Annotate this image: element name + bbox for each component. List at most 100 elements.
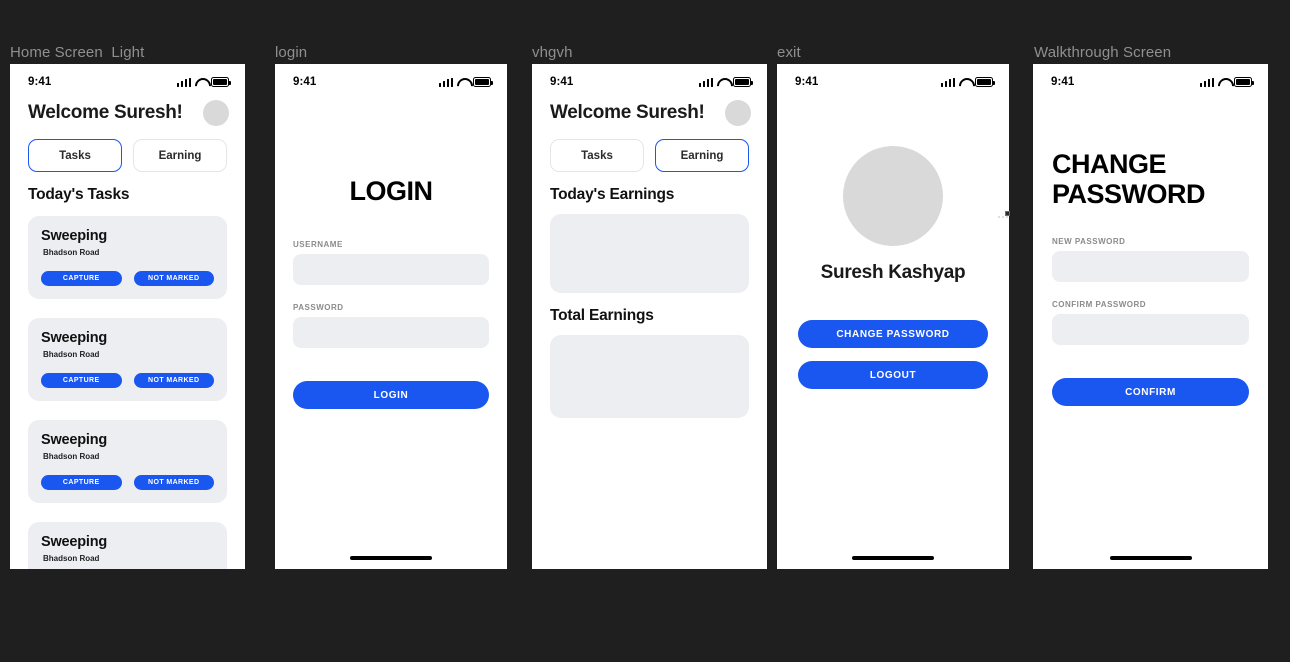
task-name: Sweeping bbox=[41, 432, 108, 448]
avatar[interactable] bbox=[725, 100, 751, 126]
username-label: USERNAME bbox=[293, 240, 343, 250]
password-input[interactable] bbox=[293, 317, 489, 349]
status-bar: 9:41 bbox=[532, 64, 767, 90]
wifi-icon bbox=[959, 78, 971, 87]
resize-handle-dots[interactable] bbox=[998, 205, 1012, 218]
status-bar: 9:41 bbox=[1033, 64, 1268, 90]
page-title-line2: PASSWORD bbox=[1052, 179, 1206, 210]
status-bar-time: 9:41 bbox=[28, 76, 52, 88]
frame-label-home-screen[interactable]: Home Screen Light bbox=[10, 44, 144, 61]
page-title: LOGIN bbox=[349, 176, 434, 206]
table-row[interactable]: Sweeping Bhadson Road CAPTURE NOT MARKED bbox=[28, 522, 227, 569]
battery-icon bbox=[1234, 77, 1254, 87]
task-address: Bhadson Road bbox=[43, 350, 100, 359]
new-password-label: NEW PASSWORD bbox=[1052, 237, 1126, 247]
tab-bar: Tasks Earning bbox=[10, 126, 245, 172]
status-bar-icons bbox=[698, 77, 753, 87]
confirm-password-input[interactable] bbox=[1052, 314, 1249, 346]
confirm-button[interactable]: CONFIRM bbox=[1052, 378, 1249, 407]
welcome-row: Welcome Suresh! bbox=[10, 90, 245, 126]
home-indicator bbox=[852, 556, 934, 560]
frame-earnings[interactable]: 9:41 Welcome Suresh! Tasks Earning Today… bbox=[532, 64, 767, 569]
status-bar-icons bbox=[940, 77, 995, 87]
status-bar-time: 9:41 bbox=[795, 76, 819, 88]
section-title-todays-tasks: Today's Tasks bbox=[28, 186, 130, 203]
frame-label-exit[interactable]: exit bbox=[777, 44, 801, 61]
section-title-total-earnings: Total Earnings bbox=[550, 307, 654, 324]
page-title: Welcome Suresh! bbox=[28, 102, 183, 123]
battery-icon bbox=[211, 77, 231, 87]
change-password-button[interactable]: CHANGE PASSWORD bbox=[798, 320, 988, 348]
task-actions: CAPTURE NOT MARKED bbox=[41, 271, 214, 286]
wifi-icon bbox=[195, 78, 207, 87]
status-bar: 9:41 bbox=[275, 64, 507, 90]
profile-avatar[interactable] bbox=[843, 146, 943, 246]
frame-label-vhgvh[interactable]: vhgvh bbox=[532, 44, 573, 61]
battery-icon bbox=[473, 77, 493, 87]
cellular-signal-icon bbox=[698, 77, 713, 87]
password-label: PASSWORD bbox=[293, 303, 344, 313]
battery-icon bbox=[733, 77, 753, 87]
new-password-input[interactable] bbox=[1052, 251, 1249, 283]
frame-label-walkthrough[interactable]: Walkthrough Screen bbox=[1034, 44, 1171, 61]
capture-button[interactable]: CAPTURE bbox=[41, 373, 122, 388]
table-row[interactable]: Sweeping Bhadson Road CAPTURE NOT MARKED bbox=[28, 216, 227, 299]
tab-earning[interactable]: Earning bbox=[133, 139, 227, 172]
frame-home-screen[interactable]: 9:41 Welcome Suresh! Tasks Earning Today… bbox=[10, 64, 245, 569]
task-address: Bhadson Road bbox=[43, 248, 100, 257]
profile-name: Suresh Kashyap bbox=[820, 262, 966, 283]
status-badge[interactable]: NOT MARKED bbox=[133, 475, 214, 490]
status-bar-time: 9:41 bbox=[1051, 76, 1075, 88]
task-name: Sweeping bbox=[41, 534, 108, 550]
frame-label-login[interactable]: login bbox=[275, 44, 307, 61]
table-row[interactable]: Sweeping Bhadson Road CAPTURE NOT MARKED bbox=[28, 318, 227, 401]
status-bar: 9:41 bbox=[777, 64, 1009, 90]
tab-tasks[interactable]: Tasks bbox=[28, 139, 122, 172]
status-badge[interactable]: NOT MARKED bbox=[133, 271, 214, 286]
status-badge[interactable]: NOT MARKED bbox=[133, 373, 214, 388]
welcome-row: Welcome Suresh! bbox=[532, 90, 767, 126]
cellular-signal-icon bbox=[1199, 77, 1214, 87]
confirm-password-label: CONFIRM PASSWORD bbox=[1052, 300, 1147, 310]
table-row[interactable]: Sweeping Bhadson Road CAPTURE NOT MARKED bbox=[28, 420, 227, 503]
tab-earning[interactable]: Earning bbox=[655, 139, 749, 172]
page-title: Welcome Suresh! bbox=[550, 102, 705, 123]
cellular-signal-icon bbox=[940, 77, 955, 87]
task-address: Bhadson Road bbox=[43, 452, 100, 461]
login-button[interactable]: LOGIN bbox=[293, 381, 489, 410]
frame-profile[interactable]: 9:41 Suresh Kashyap CHANGE PASSWORD LOGO… bbox=[777, 64, 1009, 569]
total-earnings-value bbox=[550, 335, 749, 418]
status-bar-time: 9:41 bbox=[550, 76, 574, 88]
task-actions: CAPTURE NOT MARKED bbox=[41, 475, 214, 490]
frame-login[interactable]: 9:41 LOGIN USERNAME PASSWORD LOGIN bbox=[275, 64, 507, 569]
battery-icon bbox=[975, 77, 995, 87]
status-bar-icons bbox=[176, 77, 231, 87]
task-list: Sweeping Bhadson Road CAPTURE NOT MARKED… bbox=[10, 204, 245, 569]
username-input[interactable] bbox=[293, 254, 489, 286]
capture-button[interactable]: CAPTURE bbox=[41, 475, 122, 490]
frame-change-password[interactable]: 9:41 CHANGE PASSWORD NEW PASSWORD CONFIR… bbox=[1033, 64, 1268, 569]
task-name: Sweeping bbox=[41, 330, 108, 346]
resize-handle[interactable] bbox=[1005, 211, 1010, 216]
logout-button[interactable]: LOGOUT bbox=[798, 361, 988, 389]
avatar[interactable] bbox=[203, 100, 229, 126]
page-title-line1: CHANGE bbox=[1052, 149, 1167, 179]
home-indicator bbox=[1109, 556, 1192, 560]
wifi-icon bbox=[457, 78, 469, 87]
section-title-todays-earnings: Today's Earnings bbox=[550, 186, 675, 203]
status-bar-time: 9:41 bbox=[293, 76, 317, 88]
status-bar: 9:41 bbox=[10, 64, 245, 90]
status-bar-icons bbox=[1199, 77, 1254, 87]
task-actions: CAPTURE NOT MARKED bbox=[41, 373, 214, 388]
home-indicator bbox=[350, 556, 432, 560]
wifi-icon bbox=[717, 78, 729, 87]
tab-tasks[interactable]: Tasks bbox=[550, 139, 644, 172]
todays-earnings-value bbox=[550, 214, 749, 293]
task-address: Bhadson Road bbox=[43, 554, 100, 563]
cellular-signal-icon bbox=[176, 77, 191, 87]
cellular-signal-icon bbox=[438, 77, 453, 87]
design-canvas: Home Screen Light login vhgvh exit Walkt… bbox=[0, 0, 1290, 662]
task-name: Sweeping bbox=[41, 228, 108, 244]
wifi-icon bbox=[1218, 78, 1230, 87]
capture-button[interactable]: CAPTURE bbox=[41, 271, 122, 286]
